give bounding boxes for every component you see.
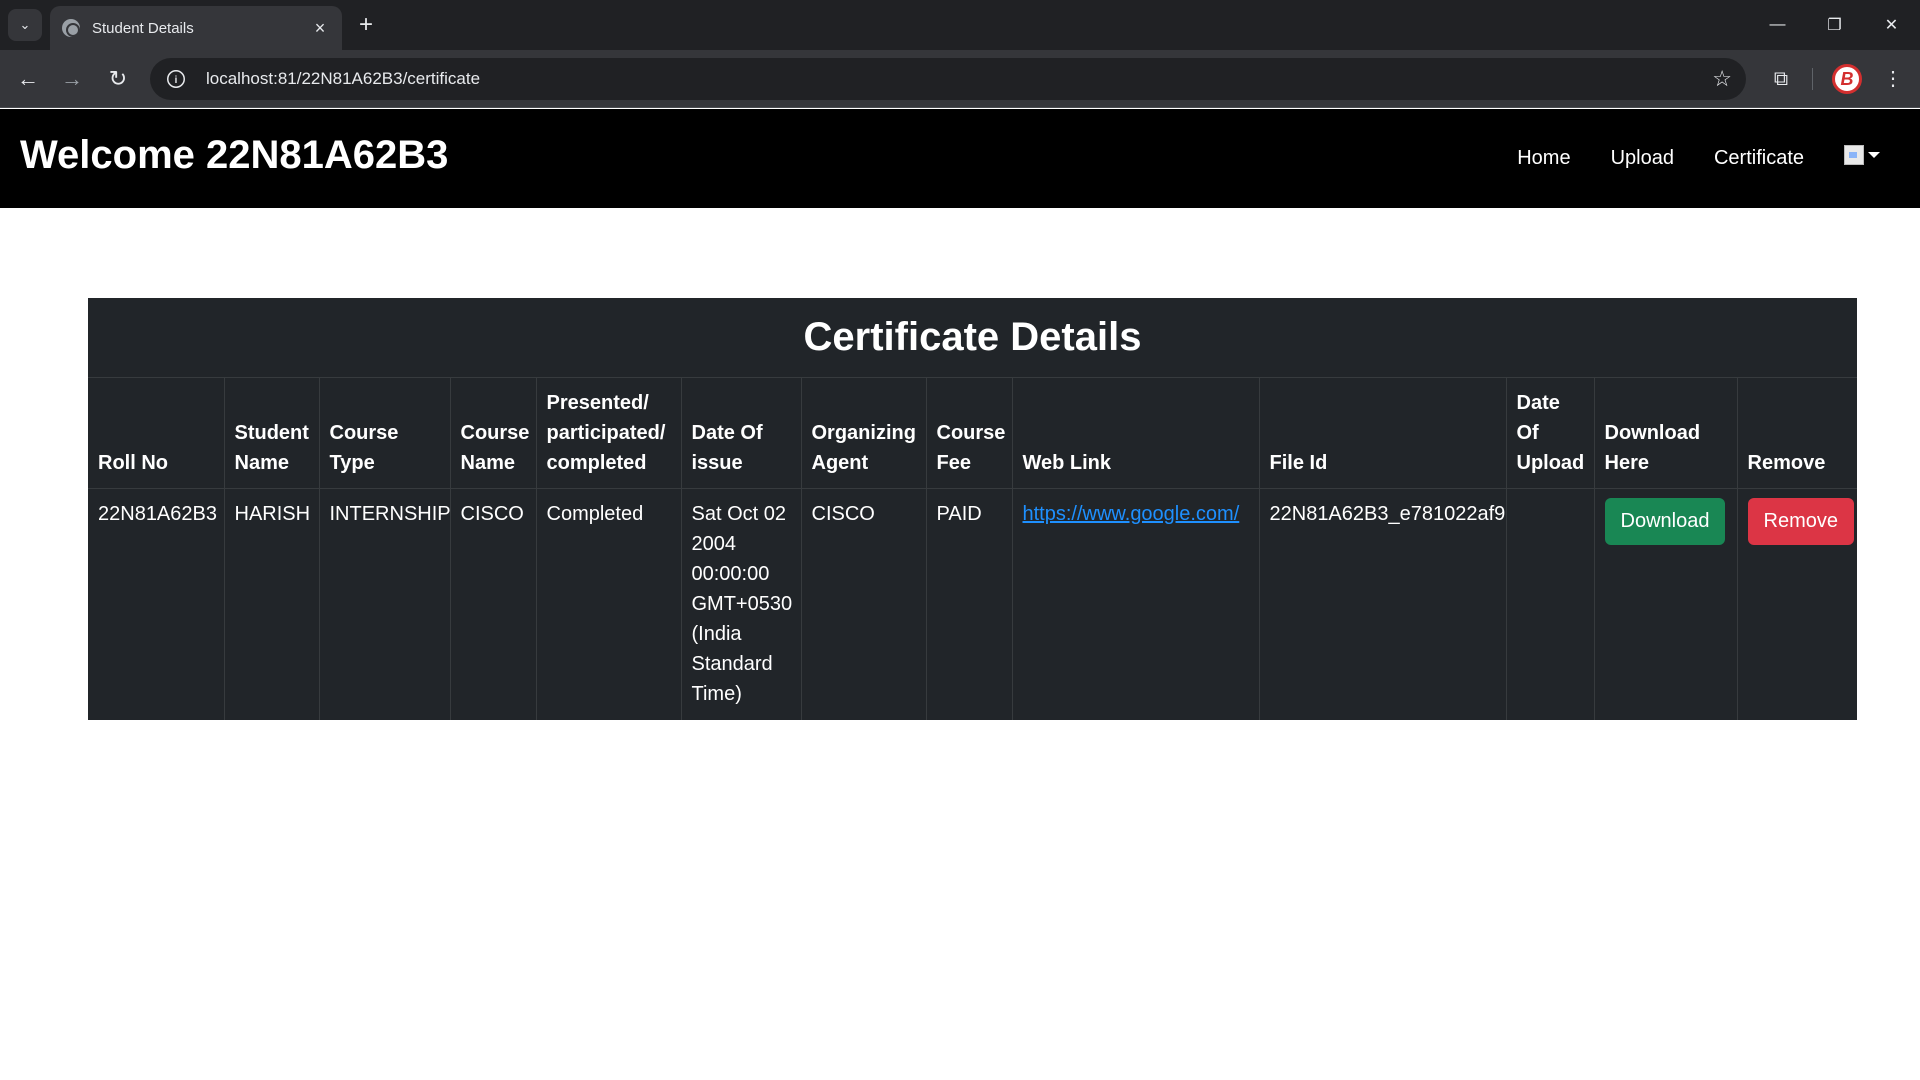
window-controls: — ❐ ✕ <box>1749 0 1920 50</box>
card-title: Certificate Details <box>88 298 1857 378</box>
table-header-row: Roll No Student Name Course Type Course … <box>88 378 1857 489</box>
close-window-button[interactable]: ✕ <box>1863 0 1920 50</box>
tab-search-button[interactable]: ⌄ <box>8 9 42 41</box>
bookmark-star-icon[interactable]: ☆ <box>1712 66 1732 92</box>
certificate-table: Roll No Student Name Course Type Course … <box>88 378 1857 720</box>
header-course-type: Course Type <box>319 378 451 489</box>
nav-link-home[interactable]: Home <box>1517 147 1570 170</box>
back-arrow-icon[interactable]: ← <box>12 63 44 95</box>
caret-down-icon <box>1868 151 1880 158</box>
minimize-button[interactable]: — <box>1749 0 1806 50</box>
header-roll-no: Roll No <box>88 378 225 489</box>
header-organizing-agent: Organizing Agent <box>801 378 927 489</box>
cell-course-type: INTERNSHIP <box>319 488 451 720</box>
cell-organizing-agent: CISCO <box>801 488 927 720</box>
certificate-details-card: Certificate Details Roll No Student Name… <box>88 298 1857 720</box>
new-tab-button[interactable]: + <box>352 11 380 39</box>
cell-date-of-upload <box>1506 488 1595 720</box>
table-row: 22N81A62B3 HARISH INTERNSHIP CISCO Compl… <box>88 488 1857 720</box>
cell-status: Completed <box>536 488 682 720</box>
app-navbar: Welcome 22N81A62B3 Home Upload Certifica… <box>0 109 1920 208</box>
cell-course-fee: PAID <box>926 488 1013 720</box>
address-bar[interactable]: i localhost:81/22N81A62B3/certificate ☆ <box>150 58 1746 100</box>
user-dropdown[interactable] <box>1844 144 1880 165</box>
close-tab-icon[interactable]: × <box>310 18 330 39</box>
header-web-link: Web Link <box>1012 378 1260 489</box>
toolbar-divider <box>1812 68 1813 90</box>
header-file-id: File Id <box>1259 378 1507 489</box>
cell-course-name: CISCO <box>450 488 537 720</box>
nav-link-upload[interactable]: Upload <box>1611 147 1674 170</box>
header-remove: Remove <box>1737 378 1857 489</box>
tab-title: Student Details <box>92 19 194 37</box>
header-date-of-issue: Date Of issue <box>681 378 802 489</box>
extensions-icon[interactable]: ⧉ <box>1766 64 1796 94</box>
cell-date-of-issue: Sat Oct 02 2004 00:00:00 GMT+0530 (India… <box>681 488 802 720</box>
profile-avatar[interactable]: B <box>1832 64 1862 94</box>
welcome-title: Welcome 22N81A62B3 <box>20 133 449 177</box>
menu-kebab-icon[interactable]: ⋮ <box>1878 64 1908 94</box>
nav-link-certificate[interactable]: Certificate <box>1714 147 1804 170</box>
web-link[interactable]: https://www.google.com/ <box>1023 503 1240 525</box>
header-date-of-upload: Date Of Upload <box>1506 378 1595 489</box>
restore-button[interactable]: ❐ <box>1806 0 1863 50</box>
header-student-name: Student Name <box>224 378 320 489</box>
cell-roll-no: 22N81A62B3 <box>88 488 225 720</box>
chevron-down-icon: ⌄ <box>19 17 31 32</box>
browser-tab[interactable]: Student Details × <box>50 6 342 50</box>
header-course-fee: Course Fee <box>926 378 1013 489</box>
forward-arrow-icon[interactable]: → <box>56 63 88 95</box>
cell-web-link: https://www.google.com/ <box>1012 488 1260 720</box>
url-text[interactable]: localhost:81/22N81A62B3/certificate <box>206 69 480 89</box>
header-course-name: Course Name <box>450 378 537 489</box>
browser-tab-bar: ⌄ Student Details × + — ❐ ✕ <box>0 0 1920 50</box>
header-status: Presented/ participated/ completed <box>536 378 682 489</box>
download-button[interactable]: Download <box>1604 497 1726 545</box>
cell-file-id: 22N81A62B3_e781022af9 <box>1259 488 1507 720</box>
browser-toolbar: ← → ↻ i localhost:81/22N81A62B3/certific… <box>0 50 1920 108</box>
header-download: Download Here <box>1594 378 1738 489</box>
site-info-icon[interactable]: i <box>167 70 185 88</box>
reload-icon[interactable]: ↻ <box>102 63 134 95</box>
cell-download: Download <box>1594 488 1738 720</box>
cell-student-name: HARISH <box>224 488 320 720</box>
broken-image-icon <box>1844 144 1864 165</box>
nav-links: Home Upload Certificate <box>1517 109 1920 208</box>
cell-remove: Remove <box>1737 488 1857 720</box>
remove-button[interactable]: Remove <box>1747 497 1854 545</box>
globe-icon <box>62 19 80 37</box>
